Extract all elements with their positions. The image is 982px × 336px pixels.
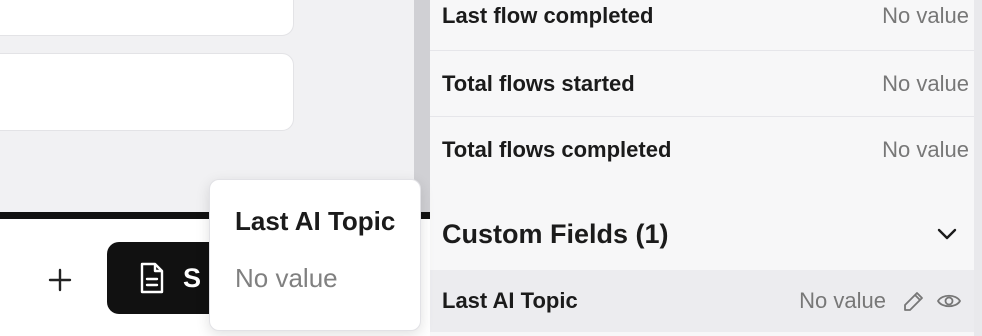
detail-label: Total flows completed bbox=[442, 137, 672, 162]
document-button-label: S bbox=[183, 262, 202, 293]
detail-row: Total flows started No value bbox=[430, 51, 974, 117]
detail-label: Last flow completed bbox=[442, 3, 654, 28]
detail-label: Total flows started bbox=[442, 70, 635, 96]
section-title: Custom Fields (1) bbox=[442, 218, 669, 249]
detail-value: No value bbox=[882, 3, 969, 28]
pencil-icon[interactable] bbox=[902, 289, 926, 313]
detail-row: Total flows completed No value bbox=[430, 117, 974, 183]
scrollbar-track[interactable] bbox=[974, 0, 982, 336]
detail-value: No value bbox=[882, 137, 969, 162]
document-icon bbox=[140, 262, 164, 294]
tooltip-value: No value bbox=[235, 263, 338, 293]
message-card bbox=[0, 0, 294, 36]
eye-icon[interactable] bbox=[936, 291, 962, 311]
custom-fields-header[interactable]: Custom Fields (1) bbox=[430, 200, 974, 268]
detail-value: No value bbox=[882, 70, 969, 96]
contact-details-panel: Last flow completed No value Total flows… bbox=[430, 0, 974, 336]
chevron-down-icon[interactable] bbox=[936, 227, 958, 241]
custom-field-row: Last AI Topic No value bbox=[430, 270, 974, 332]
tooltip-title: Last AI Topic bbox=[235, 206, 396, 236]
field-tooltip: Last AI Topic No value bbox=[209, 179, 421, 331]
message-card bbox=[0, 53, 294, 131]
detail-row: Last flow completed No value bbox=[430, 0, 974, 51]
field-actions: No value bbox=[799, 288, 962, 314]
field-value: No value bbox=[799, 288, 886, 313]
field-label: Last AI Topic bbox=[442, 288, 578, 313]
add-button[interactable] bbox=[38, 258, 82, 302]
plus-icon bbox=[48, 268, 72, 292]
